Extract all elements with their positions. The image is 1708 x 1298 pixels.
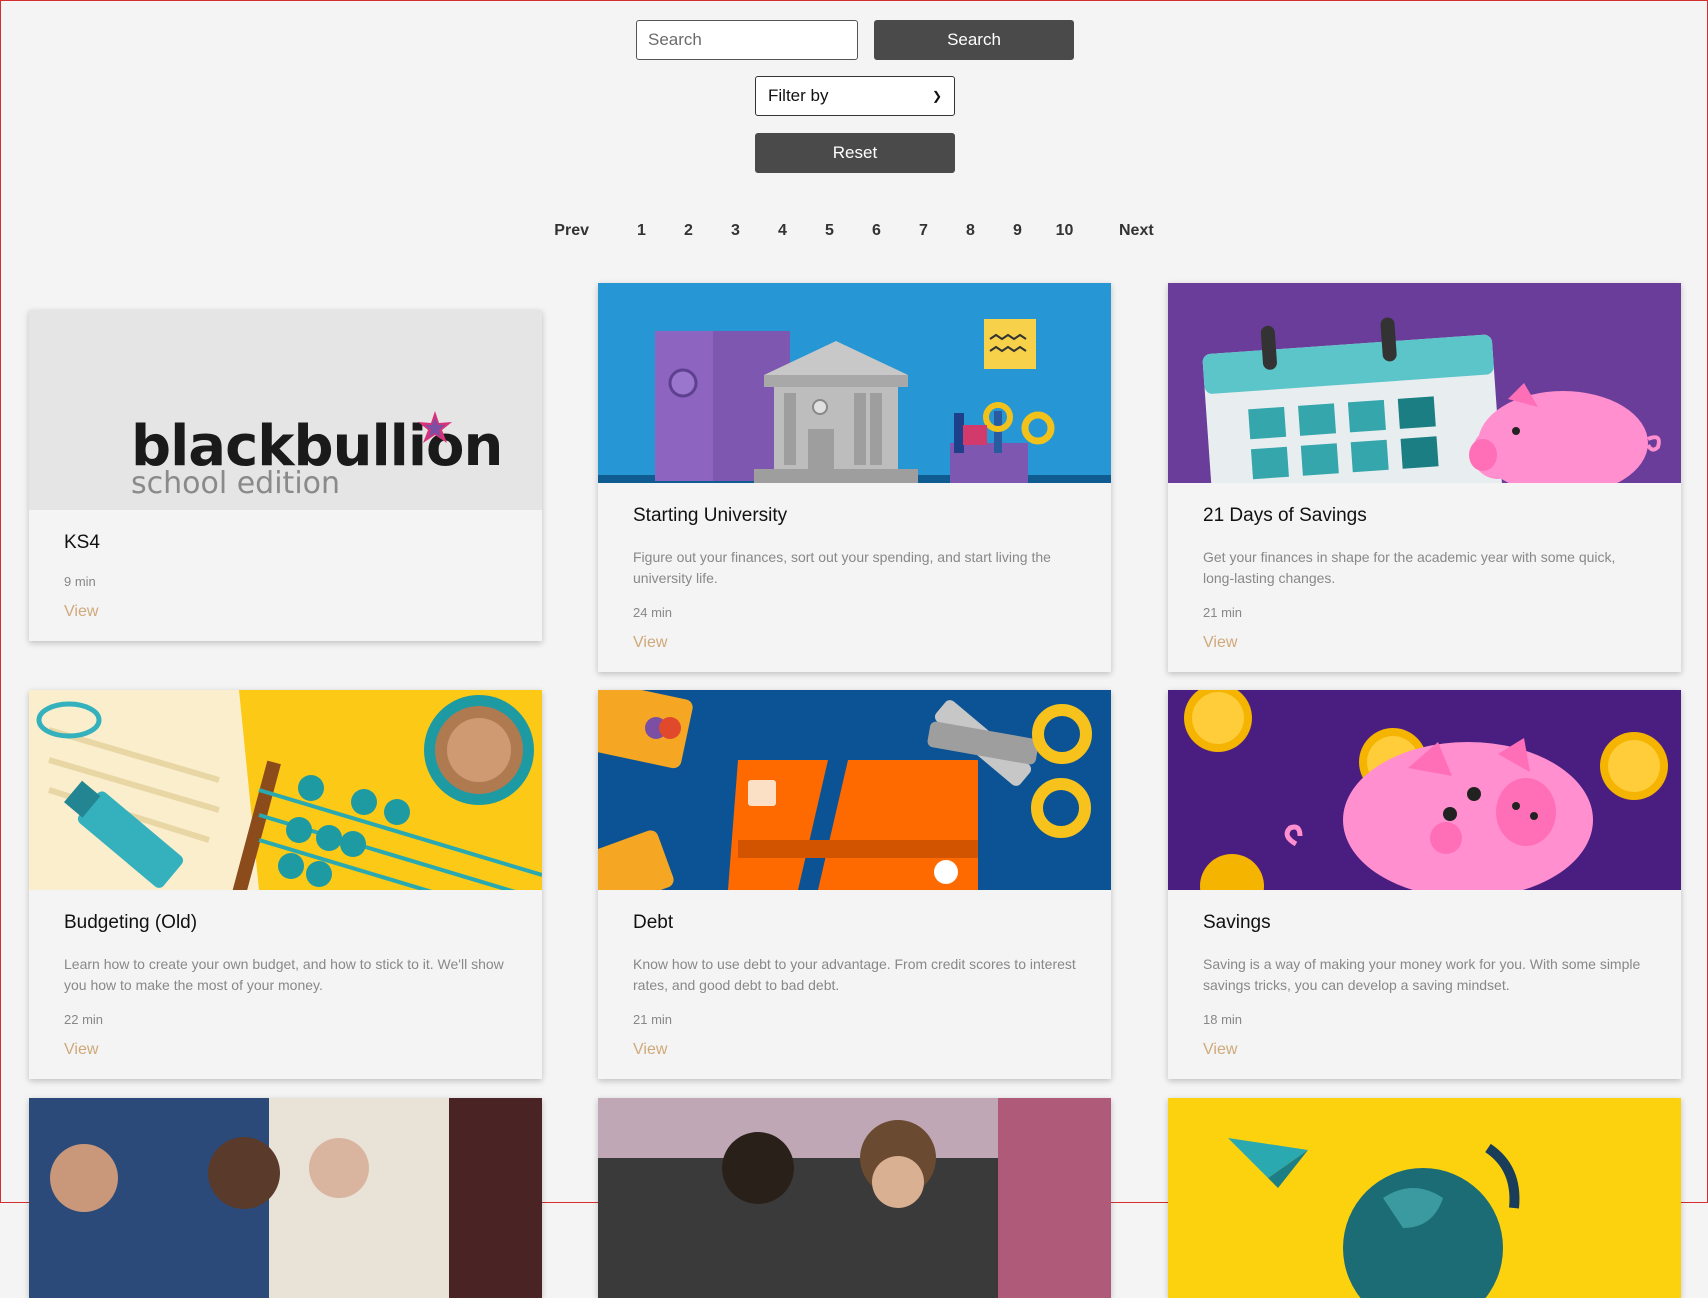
pagination-next[interactable]: Next [1108,222,1165,240]
card-description: Know how to use debt to your advantage. … [633,956,1076,993]
pagination-page-4[interactable]: 4 [759,222,806,240]
course-card [29,1098,542,1298]
event-photo [29,1098,542,1298]
card-view-link[interactable]: View [1203,634,1237,651]
pagination-page-5[interactable]: 5 [806,222,853,240]
pagination-page-2[interactable]: 2 [665,222,712,240]
search-row: Search [636,20,1074,60]
course-card: blackbullion school edition KS4 9 min Vi… [29,310,542,641]
course-card [1168,1098,1681,1298]
course-card: Debt Know how to use debt to your advant… [598,690,1111,1079]
card-title: Savings [1203,912,1271,933]
course-card: Budgeting (Old) Learn how to create your… [29,690,542,1079]
pagination-page-8[interactable]: 8 [947,222,994,240]
course-card: Starting University Figure out your fina… [598,283,1111,672]
globe-plane-illustration [1168,1098,1681,1298]
card-duration: 9 min [64,574,96,589]
course-card: Savings Saving is a way of making your m… [1168,690,1681,1079]
search-input[interactable] [636,20,858,60]
logo-edition: school edition [131,466,340,501]
card-duration: 21 min [1203,605,1243,620]
filter-select-value: Filter by [768,86,829,105]
classroom-photo [598,1098,1111,1298]
calendar-piggy-illustration [1168,283,1681,483]
pagination-page-10[interactable]: 10 [1041,222,1088,240]
card-duration: 24 min [633,605,673,620]
card-view-link[interactable]: View [633,634,667,651]
debt-illustration [598,690,1111,890]
pagination-page-6[interactable]: 6 [853,222,900,240]
card-view-link[interactable]: View [633,1041,667,1058]
chevron-down-icon: ❯ [931,89,942,103]
course-card [598,1098,1111,1298]
card-view-link[interactable]: View [64,603,98,620]
pagination: Prev 1 2 3 4 5 6 7 8 9 10 Next [0,222,1708,240]
card-view-link[interactable]: View [1203,1041,1237,1058]
filter-select[interactable]: Filter by ❯ [755,76,955,116]
savings-piggy-illustration [1168,690,1681,890]
card-description: Figure out your finances, sort out your … [633,549,1051,586]
pagination-prev[interactable]: Prev [543,222,600,240]
search-button[interactable]: Search [874,20,1074,60]
card-duration: 18 min [1203,1012,1243,1027]
pagination-page-9[interactable]: 9 [994,222,1041,240]
blackbullion-logo-image: blackbullion school edition [29,310,542,510]
card-description: Learn how to create your own budget, and… [64,956,504,993]
pagination-page-1[interactable]: 1 [618,222,665,240]
reset-button[interactable]: Reset [755,133,955,173]
card-view-link[interactable]: View [64,1041,98,1058]
card-title: Budgeting (Old) [64,912,198,933]
university-illustration [598,283,1111,483]
card-description: Saving is a way of making your money wor… [1203,956,1641,993]
card-duration: 21 min [633,1012,673,1027]
course-card: 21 Days of Savings Get your finances in … [1168,283,1681,672]
budgeting-illustration [29,690,542,890]
card-description: Get your finances in shape for the acade… [1203,549,1616,586]
pagination-page-3[interactable]: 3 [712,222,759,240]
card-title: KS4 [64,532,100,553]
card-title: Starting University [633,505,788,526]
pagination-page-7[interactable]: 7 [900,222,947,240]
card-duration: 22 min [64,1012,104,1027]
card-title: 21 Days of Savings [1203,505,1367,526]
card-title: Debt [633,912,674,933]
